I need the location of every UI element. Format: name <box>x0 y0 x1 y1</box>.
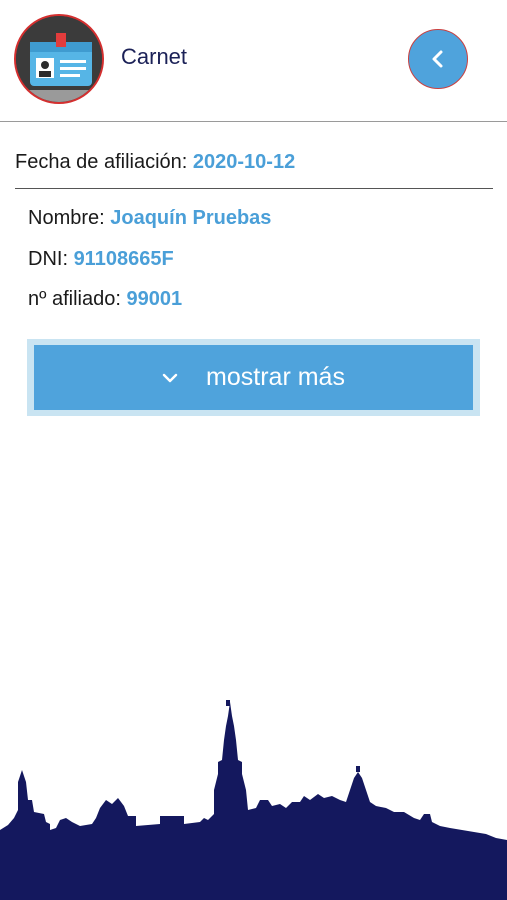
name-value: Joaquín Pruebas <box>110 207 272 229</box>
dni-value: 91108665F <box>73 248 174 270</box>
chevron-left-icon <box>432 50 443 68</box>
affiliation-date-value: 2020-10-12 <box>192 151 296 173</box>
member-number-label: nº afiliado: <box>28 288 127 310</box>
show-more-label: mostrar más <box>206 363 345 391</box>
dni-label: DNI: <box>28 248 74 270</box>
city-skyline-image <box>0 700 507 900</box>
member-number-row: nº afiliado: 99001 <box>28 288 182 311</box>
name-label: Nombre: <box>28 207 111 229</box>
affiliation-date-label: Fecha de afiliación: <box>15 151 193 173</box>
back-button[interactable] <box>408 29 468 89</box>
member-number-value: 99001 <box>126 288 183 310</box>
page-title: Carnet <box>121 44 188 69</box>
show-more-wrapper: mostrar más <box>27 339 480 416</box>
id-card-icon <box>16 16 102 102</box>
chevron-down-icon <box>162 373 178 383</box>
divider <box>15 188 493 189</box>
affiliation-date-row: Fecha de afiliación: 2020-10-12 <box>15 151 295 174</box>
show-more-button[interactable]: mostrar más <box>34 345 473 410</box>
dni-row: DNI: 91108665F <box>28 248 174 271</box>
header: Carnet <box>0 0 507 122</box>
avatar <box>14 14 104 104</box>
name-row: Nombre: Joaquín Pruebas <box>28 207 271 230</box>
